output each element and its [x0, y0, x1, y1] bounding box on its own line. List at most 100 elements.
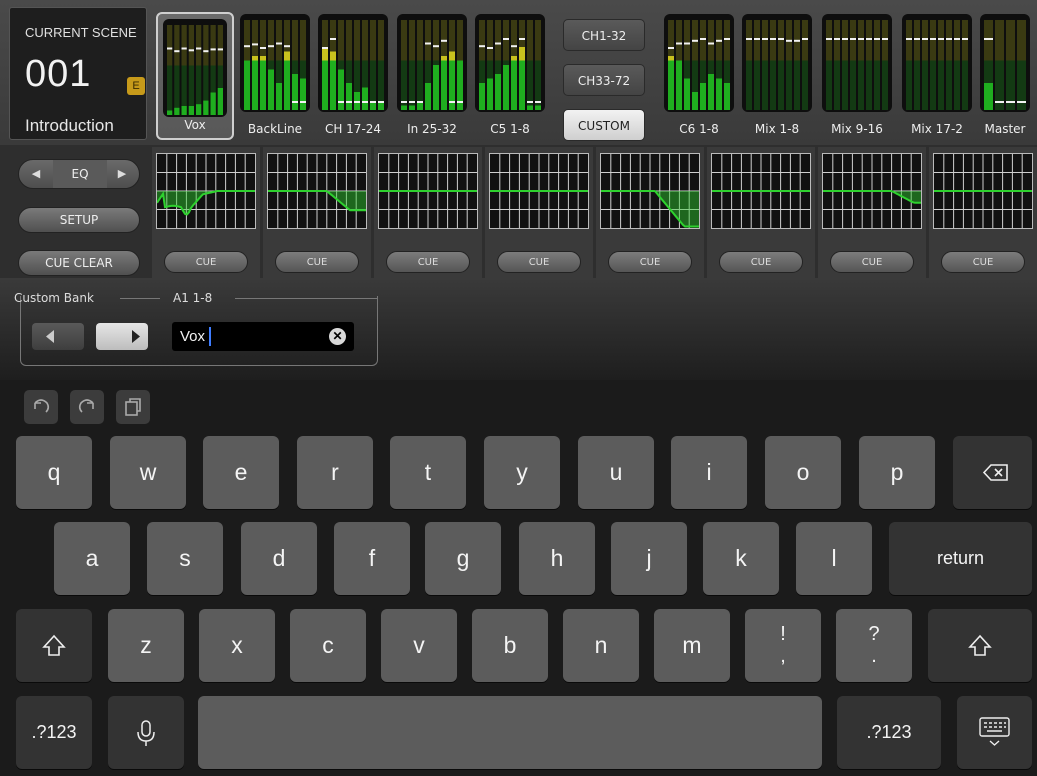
key-a[interactable]: a [54, 522, 130, 595]
key-p[interactable]: p [859, 436, 935, 509]
key-question-period[interactable]: ? . [836, 609, 912, 682]
meter-group-in25-32[interactable]: In 25-32 [397, 14, 467, 142]
numbers-key-left[interactable]: .?123 [16, 696, 92, 769]
key-d[interactable]: d [241, 522, 317, 595]
meter-peak [954, 38, 960, 40]
current-scene-panel[interactable]: CURRENT SCENE 001 E Introduction [9, 7, 147, 140]
meter-group-mix1-8[interactable]: Mix 1-8 [742, 14, 812, 142]
eq-strip-1[interactable]: CUE [152, 147, 260, 278]
meter-group-backline[interactable]: BackLine [240, 14, 310, 142]
eq-strip-4[interactable]: CUE [485, 147, 593, 278]
eq-strip-7[interactable]: CUE [818, 147, 926, 278]
eq-strip-8[interactable]: CUE [929, 147, 1037, 278]
key-c[interactable]: c [290, 609, 366, 682]
eq-curve-graph[interactable] [711, 153, 811, 229]
meter-bar [700, 83, 706, 110]
prev-bank-button[interactable] [32, 323, 84, 350]
meter-bar [433, 65, 439, 110]
hide-keyboard-key[interactable] [957, 696, 1032, 769]
cue-button[interactable]: CUE [386, 251, 470, 273]
key-w[interactable]: w [110, 436, 186, 509]
meter-group-mix17-24[interactable]: Mix 17-2 [902, 14, 972, 142]
triangle-left-icon[interactable]: ◀ [21, 160, 51, 188]
eq-strip-3[interactable]: CUE [374, 147, 482, 278]
eq-curve-graph[interactable] [600, 153, 700, 229]
cue-button[interactable]: CUE [830, 251, 914, 273]
eq-strip-2[interactable]: CUE [263, 147, 371, 278]
key-r[interactable]: r [297, 436, 373, 509]
key-q[interactable]: q [16, 436, 92, 509]
key-x[interactable]: x [199, 609, 275, 682]
cue-button[interactable]: CUE [941, 251, 1025, 273]
eq-curve-graph[interactable] [933, 153, 1033, 229]
key-f[interactable]: f [334, 522, 410, 595]
key-h[interactable]: h [519, 522, 595, 595]
key-m[interactable]: m [654, 609, 730, 682]
next-bank-button[interactable] [96, 323, 148, 350]
eq-curve-graph[interactable] [267, 153, 367, 229]
backspace-key[interactable] [953, 436, 1032, 509]
meter-group-master[interactable]: Master [980, 14, 1030, 142]
key-i[interactable]: i [671, 436, 747, 509]
eq-curve-graph[interactable] [156, 153, 256, 229]
meter-peak [826, 38, 832, 40]
key-g[interactable]: g [425, 522, 501, 595]
key-exclaim-comma[interactable]: ! , [745, 609, 821, 682]
numbers-key-right[interactable]: .?123 [837, 696, 941, 769]
meter-group-vox[interactable]: Vox [156, 12, 234, 140]
meter-peak [946, 38, 952, 40]
key-e[interactable]: e [203, 436, 279, 509]
setup-button[interactable]: SETUP [18, 207, 140, 233]
key-o[interactable]: o [765, 436, 841, 509]
eq-curve-graph[interactable] [489, 153, 589, 229]
cue-button[interactable]: CUE [719, 251, 803, 273]
eq-strip-6[interactable]: CUE [707, 147, 815, 278]
cue-button[interactable]: CUE [164, 251, 248, 273]
clear-x-icon[interactable]: ✕ [329, 328, 346, 345]
cue-clear-button[interactable]: CUE CLEAR [18, 250, 140, 276]
bank-ch33-72-button[interactable]: CH33-72 [563, 64, 645, 96]
meter-group-mix9-16[interactable]: Mix 9-16 [822, 14, 892, 142]
dictation-key[interactable] [108, 696, 184, 769]
meter-peak [449, 101, 455, 103]
cue-button[interactable]: CUE [275, 251, 359, 273]
bank-name-input[interactable]: Vox ✕ [172, 322, 354, 351]
eq-curve-graph[interactable] [822, 153, 922, 229]
bank-custom-button[interactable]: CUSTOM [563, 109, 645, 141]
meter-peak [425, 42, 431, 45]
key-t[interactable]: t [390, 436, 466, 509]
key-s[interactable]: s [147, 522, 223, 595]
meter-peak [378, 101, 384, 103]
cue-button[interactable]: CUE [608, 251, 692, 273]
key-l[interactable]: l [796, 522, 872, 595]
meter-peak [479, 45, 485, 48]
redo-icon[interactable] [70, 390, 104, 424]
key-b[interactable]: b [472, 609, 548, 682]
meter-group-c5-1-8[interactable]: C5 1-8 [475, 14, 545, 142]
key-y[interactable]: y [484, 436, 560, 509]
meter-bar [527, 105, 533, 110]
eq-selector-label: EQ [53, 160, 107, 188]
key-u[interactable]: u [578, 436, 654, 509]
meter-group-c6-1-8[interactable]: C6 1-8 [664, 14, 734, 142]
cue-button[interactable]: CUE [497, 251, 581, 273]
key-k[interactable]: k [703, 522, 779, 595]
key-n[interactable]: n [563, 609, 639, 682]
triangle-right-icon[interactable]: ▶ [107, 160, 137, 188]
shift-right-key[interactable] [928, 609, 1032, 682]
key-z[interactable]: z [108, 609, 184, 682]
key-v[interactable]: v [381, 609, 457, 682]
return-key[interactable]: return [889, 522, 1032, 595]
paste-icon[interactable] [116, 390, 150, 424]
meter-bar [724, 83, 730, 110]
shift-left-key[interactable] [16, 609, 92, 682]
bank-ch1-32-button[interactable]: CH1-32 [563, 19, 645, 51]
eq-curve-graph[interactable] [378, 153, 478, 229]
meter-bar [535, 105, 541, 110]
eq-strip-5[interactable]: CUE [596, 147, 704, 278]
key-j[interactable]: j [611, 522, 687, 595]
undo-icon[interactable] [24, 390, 58, 424]
space-key[interactable] [198, 696, 822, 769]
meter-group-ch17-24[interactable]: CH 17-24 [318, 14, 388, 142]
eq-selector[interactable]: ◀ EQ ▶ [18, 159, 140, 189]
